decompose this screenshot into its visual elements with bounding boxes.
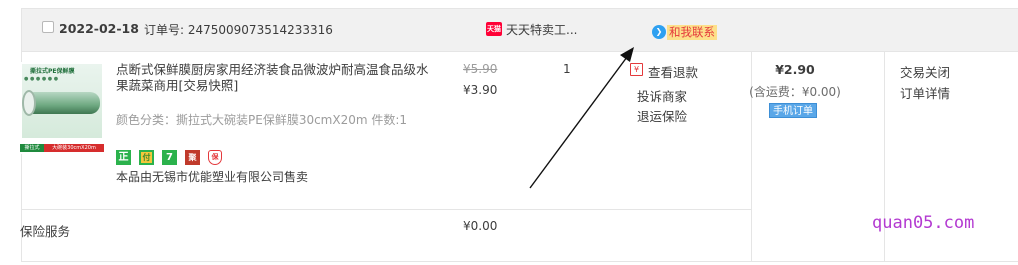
product-thumbnail[interactable]: 撕拉式PE保鲜膜 ● ● ● ● ● ● 撕拉式 大碗装30cmX20m — [20, 62, 104, 154]
order-detail-link[interactable]: 订单详情 — [900, 83, 950, 102]
mobile-order-badge: 手机订单 — [769, 103, 817, 118]
thumbnail-tag-right: 大碗装30cmX20m — [44, 144, 104, 152]
order-checkbox[interactable] — [42, 21, 54, 33]
product-spec: 颜色分类：撕拉式大碗装PE保鲜膜30cmX20m 件数:1 — [116, 113, 408, 127]
product-title-link[interactable]: 点断式保鲜膜厨房家用经济装食品微波炉耐高温食品级水果蔬菜商用 — [116, 62, 429, 93]
return-insurance-link[interactable]: 退运保险 — [637, 106, 687, 125]
quantity: 1 — [563, 62, 571, 76]
unit-price: ¥3.90 — [463, 83, 498, 97]
chat-icon: ❯ — [652, 25, 666, 39]
service-badges: 正 付 7 聚 保 — [116, 150, 222, 165]
complain-seller-link[interactable]: 投诉商家 — [637, 86, 687, 105]
freight-info: (含运费：¥0.00) — [749, 85, 841, 99]
order-status: 交易关闭 — [900, 65, 951, 80]
insurance-price: ¥0.00 — [463, 219, 498, 233]
thumbnail-feature-dots: ● ● ● ● ● ● — [24, 76, 59, 82]
film-roll-end-graphic — [22, 90, 36, 116]
order-date: 2022-02-18 — [59, 21, 139, 36]
refund-icon: ¥ — [630, 63, 643, 76]
contact-seller-button[interactable]: ❯ 和我联系 — [652, 24, 717, 40]
genuine-badge-icon[interactable]: 正 — [116, 150, 131, 165]
tmall-shop-icon: 天猫 — [486, 22, 502, 36]
product-title: 点断式保鲜膜厨房家用经济装食品微波炉耐高温食品级水果蔬菜商用[交易快照] — [116, 62, 432, 94]
seven-day-return-badge-icon[interactable]: 7 — [162, 150, 177, 165]
juhuasuan-badge-icon[interactable]: 聚 — [185, 150, 200, 165]
thumbnail-tag-left: 撕拉式 — [20, 144, 44, 152]
insurance-service-label: 保险服务 — [20, 224, 71, 239]
order-total: ¥2.90 — [775, 62, 815, 77]
contact-seller-label: 和我联系 — [667, 24, 717, 40]
seller-info: 本品由无锡市优能塑业有限公司售卖 — [116, 170, 309, 184]
order-header: 2022-02-18 订单号: 2475009073514233316 天猫 天… — [22, 9, 1018, 52]
shop-name-link[interactable]: 天天特卖工... — [506, 21, 577, 38]
view-refund-link[interactable]: 查看退款 — [648, 62, 698, 81]
thumbnail-brand-text: 撕拉式PE保鲜膜 — [30, 68, 75, 75]
order-card: 2022-02-18 订单号: 2475009073514233316 天猫 天… — [21, 8, 1018, 262]
original-price: ¥5.90 — [463, 62, 498, 76]
payment-badge-icon[interactable]: 付 — [139, 150, 154, 165]
order-number: 订单号: 2475009073514233316 — [144, 23, 333, 37]
row-divider — [22, 209, 751, 210]
site-watermark: quan05.com — [872, 213, 975, 233]
shield-badge-icon[interactable]: 保 — [208, 150, 222, 165]
snapshot-link[interactable]: [交易快照] — [179, 78, 239, 93]
